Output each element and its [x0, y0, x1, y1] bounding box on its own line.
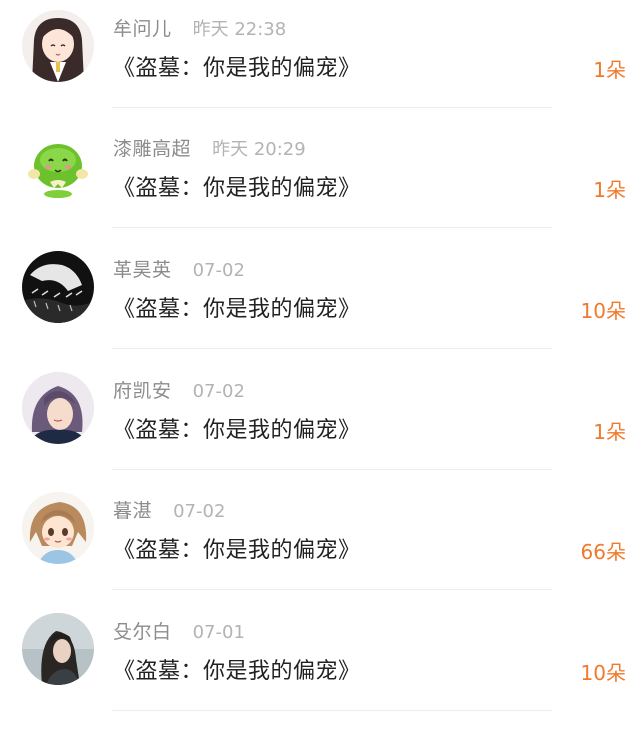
divider	[112, 710, 552, 711]
book-title[interactable]: 《盗墓：你是我的偏宠》	[113, 50, 361, 82]
meta-line: 革昊英 07-02	[113, 255, 245, 283]
timestamp: 07-02	[173, 501, 226, 522]
anime-girl-avatar-icon[interactable]	[22, 10, 94, 82]
meta-line: 牟问儿 昨天 22:38	[113, 14, 286, 42]
flower-count: 1朵	[593, 420, 626, 444]
username[interactable]: 革昊英	[113, 259, 172, 281]
meta-line: 殳尔白 07-01	[113, 617, 245, 645]
flower-count: 10朵	[580, 299, 626, 323]
timestamp: 07-02	[192, 381, 245, 402]
username[interactable]: 漆雕高超	[113, 138, 191, 160]
gift-record-list: 牟问儿 昨天 22:38 《盗墓：你是我的偏宠》 1朵 漆雕高超 昨天 20:2…	[0, 0, 640, 733]
timestamp: 昨天 22:38	[192, 19, 287, 40]
username[interactable]: 府凯安	[113, 380, 172, 402]
timestamp: 昨天 20:29	[212, 139, 306, 160]
book-title[interactable]: 《盗墓：你是我的偏宠》	[113, 291, 361, 323]
cartoon-girl-avatar-icon[interactable]	[22, 492, 94, 564]
flower-count: 1朵	[593, 178, 626, 202]
green-blob-avatar-icon[interactable]	[22, 130, 94, 202]
divider	[112, 589, 552, 590]
flower-count: 66朵	[580, 540, 626, 564]
book-title[interactable]: 《盗墓：你是我的偏宠》	[113, 532, 361, 564]
divider	[112, 227, 552, 228]
book-title[interactable]: 《盗墓：你是我的偏宠》	[113, 170, 361, 202]
flower-count: 1朵	[593, 58, 626, 82]
meta-line: 府凯安 07-02	[113, 376, 245, 404]
list-item[interactable]: 府凯安 07-02 《盗墓：你是我的偏宠》 1朵	[0, 362, 640, 482]
timestamp: 07-01	[192, 622, 245, 643]
purple-hair-girl-avatar-icon[interactable]	[22, 372, 94, 444]
list-item[interactable]: 漆雕高超 昨天 20:29 《盗墓：你是我的偏宠》 1朵	[0, 120, 640, 240]
list-item[interactable]: 暮湛 07-02 《盗墓：你是我的偏宠》 66朵	[0, 482, 640, 602]
dark-text-avatar-icon[interactable]	[22, 251, 94, 323]
divider	[112, 107, 552, 108]
list-item[interactable]: 殳尔白 07-01 《盗墓：你是我的偏宠》 10朵	[0, 603, 640, 723]
meta-line: 暮湛 07-02	[113, 496, 225, 524]
divider	[112, 348, 552, 349]
flower-count: 10朵	[580, 661, 626, 685]
list-item[interactable]: 革昊英 07-02 《盗墓：你是我的偏宠》 10朵	[0, 241, 640, 361]
book-title[interactable]: 《盗墓：你是我的偏宠》	[113, 653, 361, 685]
username[interactable]: 暮湛	[113, 500, 152, 522]
meta-line: 漆雕高超 昨天 20:29	[113, 134, 306, 162]
username[interactable]: 牟问儿	[113, 18, 172, 40]
dark-hair-girl-avatar-icon[interactable]	[22, 613, 94, 685]
list-item[interactable]: 牟问儿 昨天 22:38 《盗墓：你是我的偏宠》 1朵	[0, 0, 640, 120]
timestamp: 07-02	[192, 260, 245, 281]
username[interactable]: 殳尔白	[113, 621, 172, 643]
book-title[interactable]: 《盗墓：你是我的偏宠》	[113, 412, 361, 444]
divider	[112, 469, 552, 470]
